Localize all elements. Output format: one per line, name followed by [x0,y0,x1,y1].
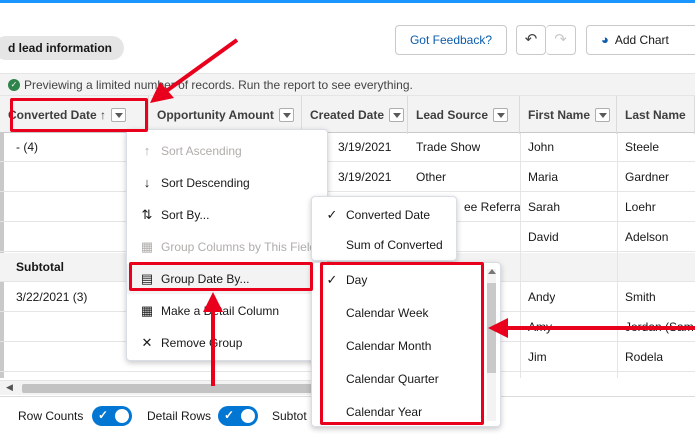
arrow-head [203,292,223,312]
arrow-head [488,318,508,338]
annotation-arrows [150,38,695,386]
arrow-head [150,82,174,103]
arrow-to-column-menu [163,38,239,94]
